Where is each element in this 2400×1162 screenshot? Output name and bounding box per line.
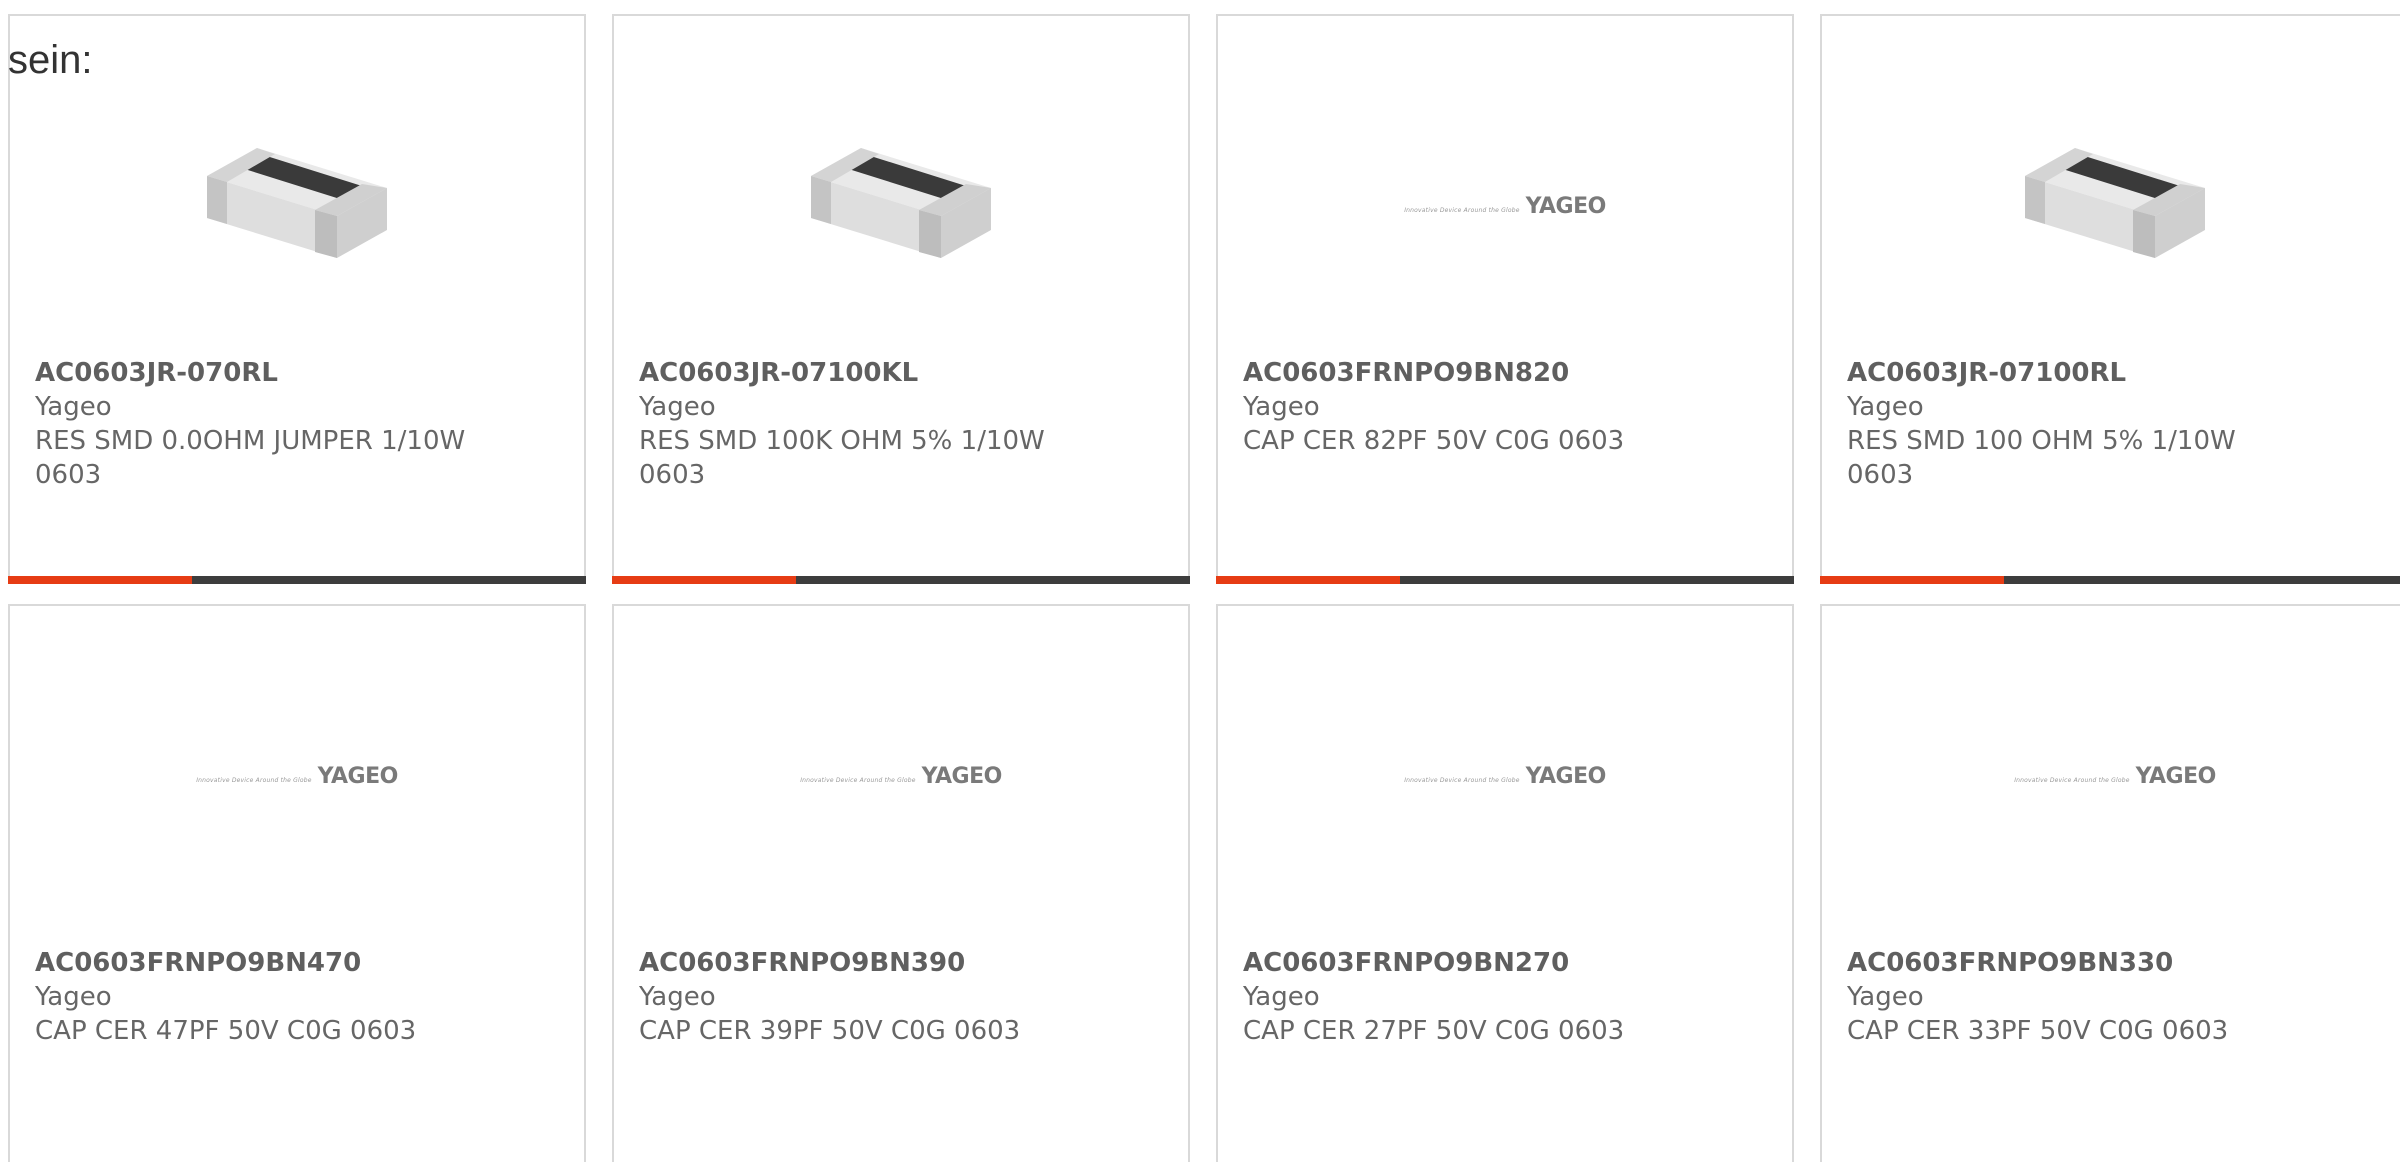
product-image-resistor-chip — [614, 111, 1188, 301]
part-number[interactable]: AC0603JR-07100RL — [1847, 356, 2298, 390]
product-info: AC0603JR-070RL Yageo RES SMD 0.0OHM JUMP… — [35, 356, 474, 492]
manufacturer: Yageo — [639, 982, 716, 1012]
part-number[interactable]: AC0603JR-070RL — [35, 356, 474, 390]
product-card[interactable]: AC0603JR-07100RL Yageo RES SMD 100 OHM 5… — [1820, 14, 2400, 584]
product-card[interactable]: Innovative Device Around the Globe YAGEO… — [1216, 14, 1794, 584]
intro-text: sein: — [8, 38, 93, 82]
manufacturer: Yageo — [1847, 392, 1924, 422]
product-card[interactable]: Innovative Device Around the Globe YAGEO… — [8, 604, 586, 1162]
description: RES SMD 100 OHM 5% 1/10W 0603 — [1847, 426, 2236, 490]
manufacturer: Yageo — [1847, 982, 1924, 1012]
card-bottom-bar — [1820, 576, 2400, 584]
resistor-chip-image — [2025, 148, 2205, 258]
product-image-yageo-logo: Innovative Device Around the Globe YAGEO — [1218, 111, 1792, 301]
description: CAP CER 47PF 50V C0G 0603 — [35, 1016, 417, 1046]
card-accent-bar — [612, 576, 796, 584]
product-card[interactable]: Innovative Device Around the Globe YAGEO… — [1216, 604, 1794, 1162]
description: CAP CER 27PF 50V C0G 0603 — [1243, 1016, 1625, 1046]
product-card[interactable]: Innovative Device Around the Globe YAGEO… — [1820, 604, 2400, 1162]
part-number[interactable]: AC0603FRNPO9BN470 — [35, 946, 474, 980]
product-image-yageo-logo: Innovative Device Around the Globe YAGEO — [1822, 606, 2400, 946]
part-number[interactable]: AC0603FRNPO9BN390 — [639, 946, 1078, 980]
manufacturer: Yageo — [35, 982, 112, 1012]
product-info: AC0603JR-07100KL Yageo RES SMD 100K OHM … — [639, 356, 1078, 492]
resistor-chip-image — [811, 148, 991, 258]
product-grid-page: sein: AC0603JR-070RL Yageo RES SMD 0.0OH… — [0, 0, 2400, 1162]
product-info: AC0603FRNPO9BN470 Yageo CAP CER 47PF 50V… — [35, 946, 474, 1048]
manufacturer: Yageo — [1243, 982, 1320, 1012]
logo-wordmark: YAGEO — [1525, 763, 1607, 789]
product-info: AC0603FRNPO9BN820 Yageo CAP CER 82PF 50V… — [1243, 356, 1682, 458]
yageo-logo: Innovative Device Around the Globe YAGEO — [196, 764, 398, 789]
logo-tagline: Innovative Device Around the Globe — [1404, 206, 1520, 214]
description: CAP CER 39PF 50V C0G 0603 — [639, 1016, 1021, 1046]
logo-wordmark: YAGEO — [317, 763, 399, 789]
yageo-logo: Innovative Device Around the Globe YAGEO — [2014, 764, 2216, 789]
card-accent-bar — [1820, 576, 2004, 584]
product-info: AC0603FRNPO9BN390 Yageo CAP CER 39PF 50V… — [639, 946, 1078, 1048]
description: CAP CER 82PF 50V C0G 0603 — [1243, 426, 1625, 456]
logo-tagline: Innovative Device Around the Globe — [196, 776, 312, 784]
part-number[interactable]: AC0603FRNPO9BN270 — [1243, 946, 1682, 980]
card-accent-bar — [8, 576, 192, 584]
yageo-logo: Innovative Device Around the Globe YAGEO — [1404, 194, 1606, 219]
yageo-logo: Innovative Device Around the Globe YAGEO — [800, 764, 1002, 789]
yageo-logo: Innovative Device Around the Globe YAGEO — [1404, 764, 1606, 789]
manufacturer: Yageo — [1243, 392, 1320, 422]
product-image-resistor-chip — [1822, 111, 2400, 301]
logo-wordmark: YAGEO — [921, 763, 1003, 789]
manufacturer: Yageo — [639, 392, 716, 422]
logo-wordmark: YAGEO — [2135, 763, 2217, 789]
card-bottom-bar — [612, 576, 1190, 584]
logo-wordmark: YAGEO — [1525, 193, 1607, 219]
product-image-yageo-logo: Innovative Device Around the Globe YAGEO — [10, 606, 584, 946]
product-card[interactable]: AC0603JR-07100KL Yageo RES SMD 100K OHM … — [612, 14, 1190, 584]
product-image-resistor-chip — [10, 111, 584, 301]
logo-tagline: Innovative Device Around the Globe — [1404, 776, 1520, 784]
card-bottom-bar — [8, 576, 586, 584]
part-number[interactable]: AC0603FRNPO9BN330 — [1847, 946, 2298, 980]
logo-tagline: Innovative Device Around the Globe — [2014, 776, 2130, 784]
product-info: AC0603FRNPO9BN270 Yageo CAP CER 27PF 50V… — [1243, 946, 1682, 1048]
product-image-yageo-logo: Innovative Device Around the Globe YAGEO — [1218, 606, 1792, 946]
resistor-chip-image — [207, 148, 387, 258]
product-image-yageo-logo: Innovative Device Around the Globe YAGEO — [614, 606, 1188, 946]
part-number[interactable]: AC0603JR-07100KL — [639, 356, 1078, 390]
product-info: AC0603FRNPO9BN330 Yageo CAP CER 33PF 50V… — [1847, 946, 2298, 1048]
description: RES SMD 0.0OHM JUMPER 1/10W 0603 — [35, 426, 466, 490]
part-number[interactable]: AC0603FRNPO9BN820 — [1243, 356, 1682, 390]
product-card[interactable]: Innovative Device Around the Globe YAGEO… — [612, 604, 1190, 1162]
description: CAP CER 33PF 50V C0G 0603 — [1847, 1016, 2229, 1046]
card-bottom-bar — [1216, 576, 1794, 584]
product-card[interactable]: AC0603JR-070RL Yageo RES SMD 0.0OHM JUMP… — [8, 14, 586, 584]
description: RES SMD 100K OHM 5% 1/10W 0603 — [639, 426, 1045, 490]
manufacturer: Yageo — [35, 392, 112, 422]
card-accent-bar — [1216, 576, 1400, 584]
logo-tagline: Innovative Device Around the Globe — [800, 776, 916, 784]
product-info: AC0603JR-07100RL Yageo RES SMD 100 OHM 5… — [1847, 356, 2298, 492]
